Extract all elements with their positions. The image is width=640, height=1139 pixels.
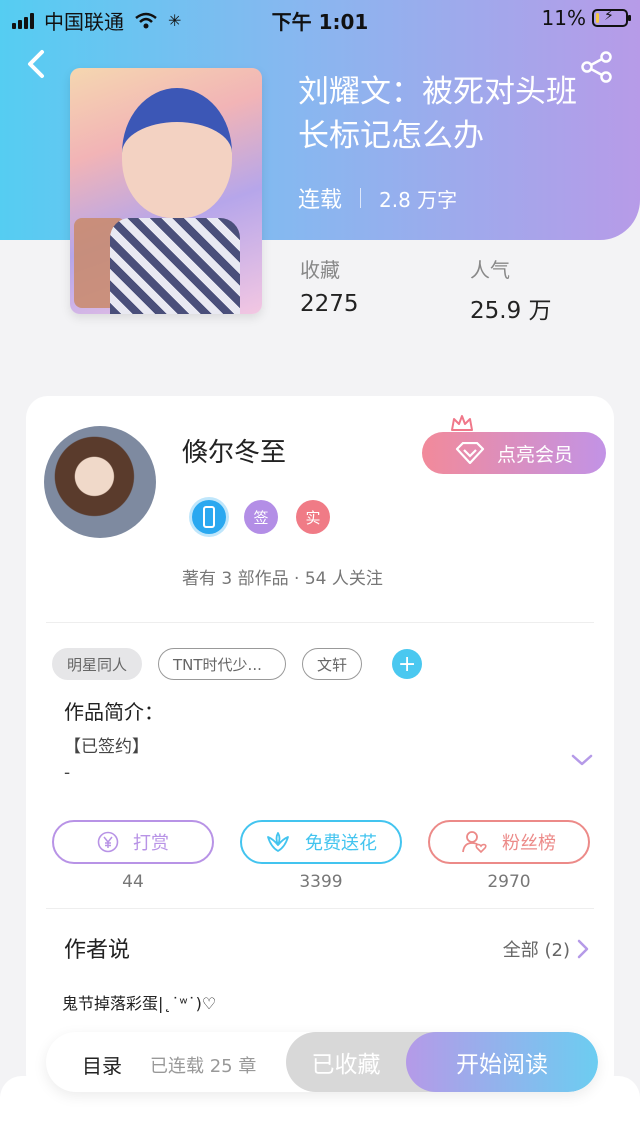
battery-icon: ⚡ bbox=[592, 8, 631, 27]
tip-count: 44 bbox=[122, 872, 144, 892]
flower-action: 免费送花 3399 bbox=[240, 820, 402, 892]
tip-label: 打赏 bbox=[133, 833, 169, 854]
author-says-title: 作者说 bbox=[64, 938, 131, 963]
tag-item[interactable]: 文轩 bbox=[302, 648, 363, 680]
tag-item[interactable]: TNT时代少... bbox=[158, 648, 287, 680]
tip-action: 打赏 44 bbox=[52, 820, 214, 892]
tag-list: 明星同人 TNT时代少... 文轩 + bbox=[52, 648, 423, 680]
toc-button[interactable]: 目录 bbox=[82, 1050, 122, 1079]
chapter-count: 已连载 25 章 bbox=[150, 1056, 257, 1077]
book-meta: 连载 2.8 万字 bbox=[298, 182, 457, 214]
serial-status: 连载 bbox=[298, 188, 343, 213]
divider bbox=[46, 908, 594, 909]
stat-label: 人气 bbox=[470, 258, 510, 282]
chevron-right-icon bbox=[577, 939, 589, 959]
start-reading-button[interactable]: 开始阅读 bbox=[406, 1032, 598, 1092]
yuan-icon bbox=[97, 831, 119, 853]
fan-rank-action: 粉丝榜 2970 bbox=[428, 820, 590, 892]
favorites-stat: 收藏 2275 bbox=[300, 254, 470, 325]
favorited-label: 已收藏 bbox=[311, 1052, 381, 1078]
author-info: 著有 3 部作品 · 54 人关注 bbox=[182, 569, 383, 589]
start-reading-label: 开始阅读 bbox=[456, 1052, 548, 1078]
diamond-icon bbox=[455, 442, 485, 464]
book-stats: 收藏 2275 人气 25.9 万 bbox=[300, 254, 640, 325]
divider bbox=[46, 622, 594, 623]
status-bar: 中国联通 ✳ 下午 1:01 11% ⚡ bbox=[0, 0, 640, 36]
bottom-action-bar: 目录 已连载 25 章 已收藏 开始阅读 bbox=[46, 1032, 598, 1092]
book-cover-image bbox=[70, 68, 262, 314]
author-says-all-link[interactable]: 全部 (2) bbox=[503, 936, 590, 962]
stat-label: 收藏 bbox=[300, 258, 340, 282]
meta-divider bbox=[360, 188, 362, 208]
chevron-down-icon[interactable] bbox=[570, 752, 594, 768]
tip-button[interactable]: 打赏 bbox=[52, 820, 214, 864]
word-count: 2.8 万字 bbox=[379, 187, 458, 212]
author-says-all-label: 全部 (2) bbox=[502, 940, 570, 961]
crown-icon bbox=[451, 415, 473, 431]
book-detail-card: 倏尔冬至 点亮会员 签 实 著有 3 部作品 · 54 人关注 明星同人 TNT… bbox=[26, 396, 614, 1096]
send-flower-button[interactable]: 免费送花 bbox=[240, 820, 402, 864]
popularity-stat: 人气 25.9 万 bbox=[470, 254, 640, 325]
author-says-latest[interactable]: 鬼节掉落彩蛋|˛˙ʷ˙)♡ bbox=[62, 990, 216, 1014]
add-tag-button[interactable]: + bbox=[392, 649, 423, 679]
book-title: 刘耀文：被死对头班长标记怎么办 bbox=[298, 74, 577, 154]
real-name-badge-icon: 实 bbox=[296, 500, 330, 534]
intro-title: 作品简介： bbox=[64, 700, 164, 724]
author-name[interactable]: 倏尔冬至 bbox=[182, 432, 286, 469]
battery-percent: 11% bbox=[541, 6, 586, 30]
fan-rank-icon bbox=[462, 831, 487, 854]
fan-rank-count: 2970 bbox=[487, 872, 531, 892]
author-avatar[interactable] bbox=[44, 426, 156, 538]
intro-body: 【已签约】 - bbox=[64, 737, 149, 783]
fan-rank-button[interactable]: 粉丝榜 bbox=[428, 820, 590, 864]
back-icon[interactable] bbox=[22, 46, 52, 82]
flower-count: 3399 bbox=[299, 872, 343, 892]
stat-value: 25.9 万 bbox=[470, 298, 552, 324]
send-flower-label: 免费送花 bbox=[305, 833, 377, 854]
tag-item[interactable]: 明星同人 bbox=[52, 648, 143, 680]
fan-rank-label: 粉丝榜 bbox=[502, 833, 556, 854]
author-badges: 签 实 bbox=[192, 500, 330, 534]
activate-vip-button[interactable]: 点亮会员 bbox=[422, 432, 606, 474]
flower-icon bbox=[267, 832, 289, 852]
phone-badge-icon bbox=[192, 500, 226, 534]
stat-value: 2275 bbox=[300, 291, 359, 317]
vip-button-label: 点亮会员 bbox=[496, 443, 573, 466]
action-row: 打赏 44 免费送花 3399 粉丝榜 2970 bbox=[52, 820, 590, 892]
sign-badge-icon: 签 bbox=[244, 500, 278, 534]
